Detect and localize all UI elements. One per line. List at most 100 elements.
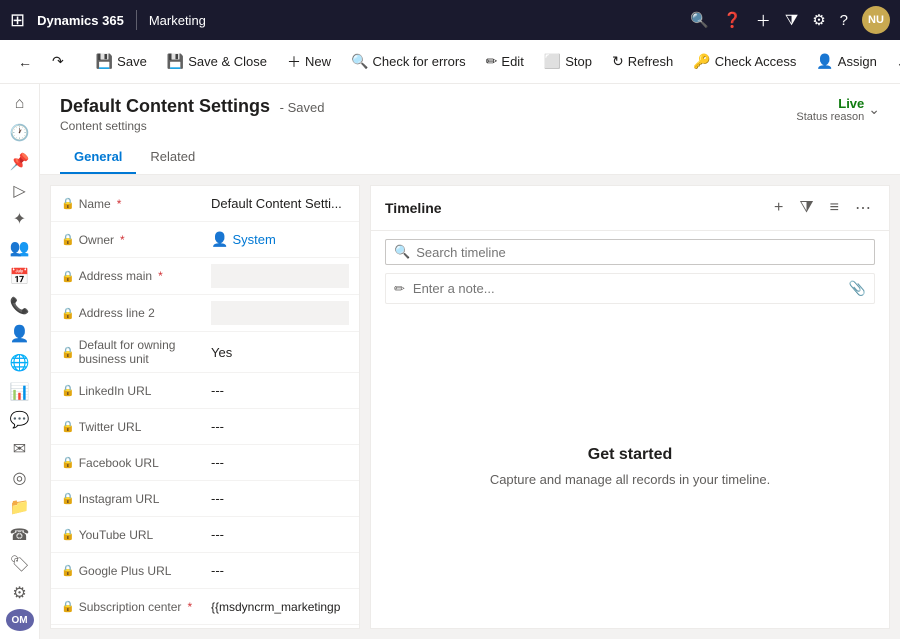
refresh-button[interactable]: ↻ Refresh	[604, 49, 681, 74]
add-icon[interactable]: ＋	[756, 10, 771, 31]
sidebar-item-reports[interactable]: 📊	[4, 379, 36, 404]
edit-button[interactable]: ✏ Edit	[478, 49, 532, 74]
timeline-search-input[interactable]	[416, 245, 866, 260]
field-subscription-label: 🔒 Subscription center *	[61, 600, 211, 614]
field-owner: 🔒 Owner * 👤 System	[51, 222, 359, 258]
sidebar-item-phone[interactable]: 📞	[4, 293, 36, 318]
sidebar-item-globe[interactable]: 🌐	[4, 351, 36, 376]
lock-icon-instagram: 🔒	[61, 492, 75, 505]
status-label: Live	[796, 96, 864, 111]
field-instagram: 🔒 Instagram URL ---	[51, 481, 359, 517]
sidebar-item-phone2[interactable]: ☎	[4, 523, 36, 548]
settings-icon[interactable]: ⚙	[812, 11, 825, 29]
saved-indicator: - Saved	[280, 100, 325, 115]
timeline-attach-icon[interactable]: 📎	[849, 280, 866, 297]
timeline-empty-state: Get started Capture and manage all recor…	[371, 304, 889, 628]
status-block[interactable]: Live Status reason ⌄	[796, 96, 880, 123]
tab-general[interactable]: General	[60, 141, 136, 174]
top-nav: ⊞ Dynamics 365 Marketing 🔍 ❓ ＋ ⧩ ⚙ ? NU	[0, 0, 900, 40]
lock-icon: 🔒	[61, 197, 75, 210]
edit-icon: ✏	[486, 53, 498, 70]
field-address-main: 🔒 Address main *	[51, 258, 359, 295]
sidebar-item-settings[interactable]: ⚙	[4, 580, 36, 605]
new-button[interactable]: ＋ New	[279, 48, 339, 76]
field-subscription-value: {{msdyncrm_marketingp	[211, 600, 349, 614]
stop-icon: ⬜	[544, 53, 561, 70]
brand-area: Dynamics 365 Marketing	[37, 10, 206, 30]
back-button[interactable]: ←	[10, 50, 40, 74]
lock-icon-owner: 🔒	[61, 233, 75, 246]
help-icon[interactable]: ?	[840, 12, 848, 29]
command-bar: ← ↷ 💾 Save 💾 Save & Close ＋ New 🔍 Check …	[0, 40, 900, 84]
filter-icon[interactable]: ⧩	[785, 12, 798, 29]
field-subscription: 🔒 Subscription center * {{msdyncrm_marke…	[51, 589, 359, 625]
save-close-button[interactable]: 💾 Save & Close	[159, 49, 275, 74]
nav-divider	[136, 10, 137, 30]
timeline-note-input[interactable]	[413, 281, 841, 296]
sidebar-item-star[interactable]: ✦	[4, 207, 36, 232]
sidebar-item-folder[interactable]: 📁	[4, 494, 36, 519]
status-reason: Status reason	[796, 111, 864, 123]
app-grid-icon[interactable]: ⊞	[10, 10, 25, 31]
field-instagram-label: 🔒 Instagram URL	[61, 492, 211, 506]
page-subtitle: Content settings	[60, 119, 324, 133]
page-header: Default Content Settings - Saved Content…	[40, 84, 900, 175]
sidebar-item-home[interactable]: ⌂	[4, 92, 36, 117]
sidebar-item-contacts[interactable]: 👥	[4, 236, 36, 261]
save-icon: 💾	[96, 53, 113, 70]
field-facebook: 🔒 Facebook URL ---	[51, 445, 359, 481]
field-owner-value[interactable]: 👤 System	[211, 231, 349, 248]
field-default-owning-label: 🔒 Default for owning business unit	[61, 338, 211, 366]
address-main-input[interactable]	[211, 264, 349, 288]
refresh-icon: ↻	[612, 53, 624, 70]
timeline-view-button[interactable]: ≡	[826, 197, 843, 219]
main-content: Default Content Settings - Saved Content…	[40, 84, 900, 639]
sidebar-item-play[interactable]: ▷	[4, 178, 36, 203]
field-linkedin-value: ---	[211, 383, 349, 398]
field-name-value: Default Content Setti...	[211, 196, 349, 211]
owner-name: System	[232, 232, 275, 247]
sidebar-user-avatar[interactable]: OM	[6, 609, 34, 631]
share-button[interactable]: ↗ Share	[889, 49, 900, 74]
sidebar-item-person[interactable]: 👤	[4, 322, 36, 347]
lock-icon-linkedin: 🔒	[61, 384, 75, 397]
lock-icon-addr2: 🔒	[61, 307, 75, 320]
search-icon[interactable]: 🔍	[690, 11, 709, 29]
sidebar-item-calendar[interactable]: 📅	[4, 264, 36, 289]
assign-button[interactable]: 👤 Assign	[808, 49, 884, 74]
help-ring-icon[interactable]: ❓	[723, 11, 742, 29]
stop-button[interactable]: ⬜ Stop	[536, 49, 600, 74]
timeline-add-button[interactable]: +	[770, 197, 787, 219]
save-button[interactable]: 💾 Save	[88, 49, 155, 74]
check-access-button[interactable]: 🔑 Check Access	[685, 49, 804, 74]
address-line2-input[interactable]	[211, 301, 349, 325]
page-title: Default Content Settings	[60, 96, 270, 116]
sidebar-item-chat[interactable]: 💬	[4, 408, 36, 433]
sidebar-item-circle[interactable]: ◎	[4, 466, 36, 491]
module-name: Marketing	[149, 13, 206, 28]
field-address-line2: 🔒 Address line 2	[51, 295, 359, 332]
lock-icon-sub: 🔒	[61, 600, 75, 613]
field-twitter: 🔒 Twitter URL ---	[51, 409, 359, 445]
page-title-area: Default Content Settings - Saved Content…	[60, 96, 324, 133]
field-address-main-value	[211, 264, 349, 288]
lock-icon-addr: 🔒	[61, 270, 75, 283]
forward-button[interactable]: ↷	[44, 49, 72, 74]
timeline-search-icon: 🔍	[394, 244, 410, 260]
timeline-more-button[interactable]: ⋯	[851, 196, 875, 220]
sidebar: ⌂ 🕐 📌 ▷ ✦ 👥 📅 📞 👤 🌐 📊 💬 ✉ ◎ 📁 ☎ 🏷 ⚙ OM	[0, 84, 40, 639]
check-access-icon: 🔑	[693, 53, 710, 70]
check-errors-button[interactable]: 🔍 Check for errors	[343, 49, 474, 74]
user-avatar[interactable]: NU	[862, 6, 890, 34]
sidebar-item-badge[interactable]: 🏷	[4, 552, 36, 577]
forward-icon: ↷	[52, 53, 64, 70]
sidebar-item-pinned[interactable]: 📌	[4, 149, 36, 174]
field-twitter-label: 🔒 Twitter URL	[61, 420, 211, 434]
timeline-filter-button[interactable]: ⧩	[795, 197, 817, 219]
sidebar-item-mail[interactable]: ✉	[4, 437, 36, 462]
field-default-owning-value: Yes	[211, 345, 349, 360]
status-chevron-icon[interactable]: ⌄	[868, 101, 880, 118]
sidebar-item-recent[interactable]: 🕐	[4, 121, 36, 146]
field-forward-friend: 🔒 Forward to a friend	[51, 625, 359, 629]
tab-related[interactable]: Related	[136, 141, 209, 174]
